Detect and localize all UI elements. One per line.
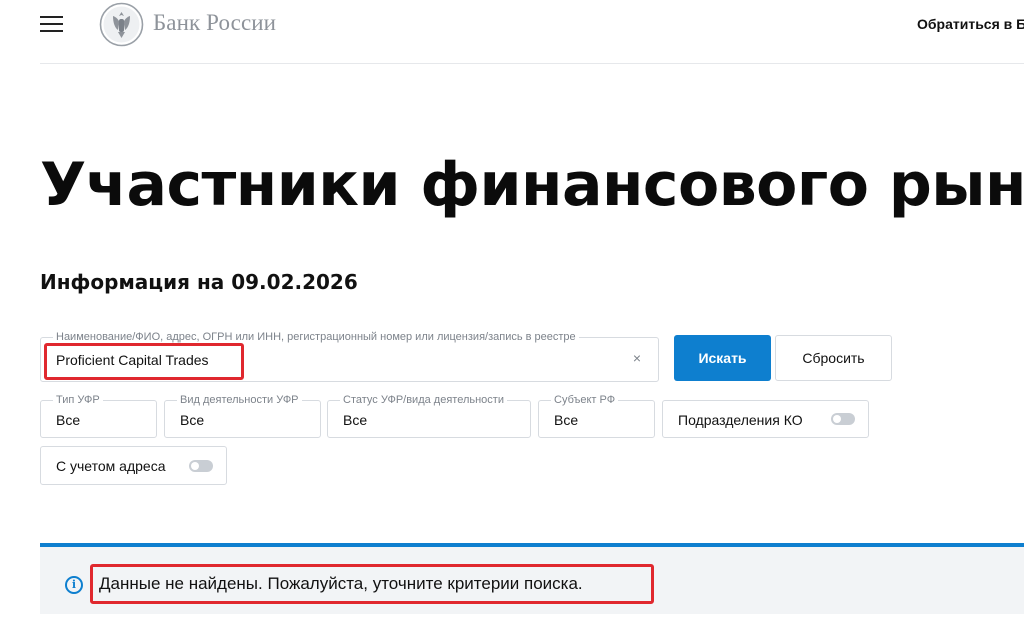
close-icon[interactable]: × <box>630 351 644 365</box>
info-date: Информация на 09.02.2026 <box>40 270 358 294</box>
ko-subdivisions-switch[interactable] <box>831 413 855 425</box>
header-divider <box>40 63 1024 64</box>
reset-button[interactable]: Сбросить <box>775 335 892 381</box>
with-address-switch[interactable] <box>189 460 213 472</box>
type-select[interactable]: Тип УФР Все <box>40 393 157 438</box>
hamburger-menu-icon[interactable] <box>40 16 63 32</box>
region-select-value: Все <box>554 412 579 428</box>
page: Банк России Обратиться в Б Участники фин… <box>0 0 1024 639</box>
status-select[interactable]: Статус УФР/вида деятельности Все <box>327 393 531 438</box>
with-address-label: С учетом адреса <box>56 458 166 474</box>
activity-select-value: Все <box>180 412 205 428</box>
search-input-value[interactable]: Proficient Capital Trades <box>56 352 209 368</box>
region-select[interactable]: Субъект РФ Все <box>538 393 655 438</box>
info-icon: i <box>65 576 83 594</box>
contact-link[interactable]: Обратиться в Б <box>917 16 1024 32</box>
search-button[interactable]: Искать <box>674 335 771 381</box>
status-select-label: Статус УФР/вида деятельности <box>340 393 507 407</box>
ko-subdivisions-toggle-field[interactable]: Подразделения КО <box>662 400 869 438</box>
ko-subdivisions-label: Подразделения КО <box>678 412 803 428</box>
activity-select-label: Вид деятельности УФР <box>177 393 302 407</box>
type-select-label: Тип УФР <box>53 393 103 407</box>
site-header: Банк России Обратиться в Б <box>0 0 1024 64</box>
status-select-value: Все <box>343 412 368 428</box>
region-select-label: Субъект РФ <box>551 393 619 407</box>
activity-select[interactable]: Вид деятельности УФР Все <box>164 393 321 438</box>
type-select-value: Все <box>56 412 81 428</box>
bank-emblem-icon[interactable] <box>99 2 144 47</box>
no-results-banner: i Данные не найдены. Пожалуйста, уточнит… <box>40 543 1024 614</box>
with-address-toggle-field[interactable]: С учетом адреса <box>40 446 227 485</box>
search-input[interactable]: Наименование/ФИО, адрес, ОГРН или ИНН, р… <box>40 330 659 382</box>
page-title: Участники финансового рынка <box>40 150 1024 220</box>
search-input-label: Наименование/ФИО, адрес, ОГРН или ИНН, р… <box>53 330 579 344</box>
no-results-message: Данные не найдены. Пожалуйста, уточните … <box>99 574 583 593</box>
logo-text[interactable]: Банк России <box>153 10 276 36</box>
